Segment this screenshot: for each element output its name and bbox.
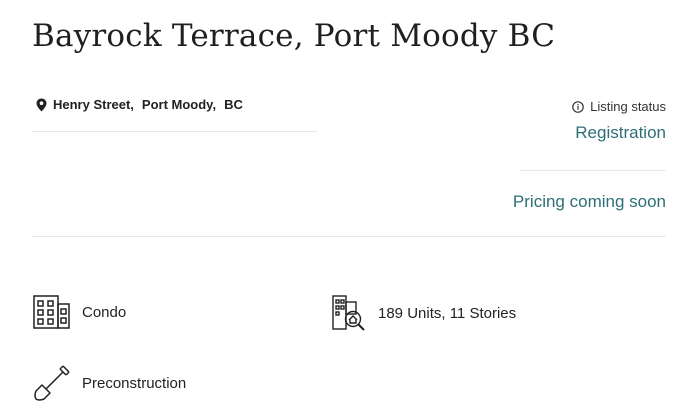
divider xyxy=(520,170,666,171)
feature-property-type: Condo xyxy=(33,295,126,329)
feature-units-label: 189 Units, 11 Stories xyxy=(378,304,517,322)
address-city: Port Moody, xyxy=(141,97,217,112)
building-search-icon xyxy=(332,295,365,331)
feature-stage: Preconstruction xyxy=(33,365,186,402)
feature-property-type-label: Condo xyxy=(82,303,127,321)
building-icon xyxy=(33,295,70,329)
info-icon xyxy=(572,100,584,113)
shovel-icon xyxy=(34,365,70,401)
listing-status-text: Listing status xyxy=(590,99,666,114)
listing-status-label: Listing status xyxy=(572,99,666,114)
divider xyxy=(32,131,317,132)
page-title: Bayrock Terrace, Port Moody BC xyxy=(32,18,556,54)
pricing-status: Pricing coming soon xyxy=(512,192,666,211)
address-street: Henry Street, xyxy=(53,97,134,112)
address-province: BC xyxy=(224,97,243,112)
listing-status-value: Registration xyxy=(575,123,666,142)
feature-stage-label: Preconstruction xyxy=(82,375,187,392)
location-pin-icon xyxy=(36,98,47,111)
divider xyxy=(32,236,666,237)
feature-units: 189 Units, 11 Stories xyxy=(332,295,516,331)
address: Henry Street, Port Moody, BC xyxy=(35,97,243,112)
